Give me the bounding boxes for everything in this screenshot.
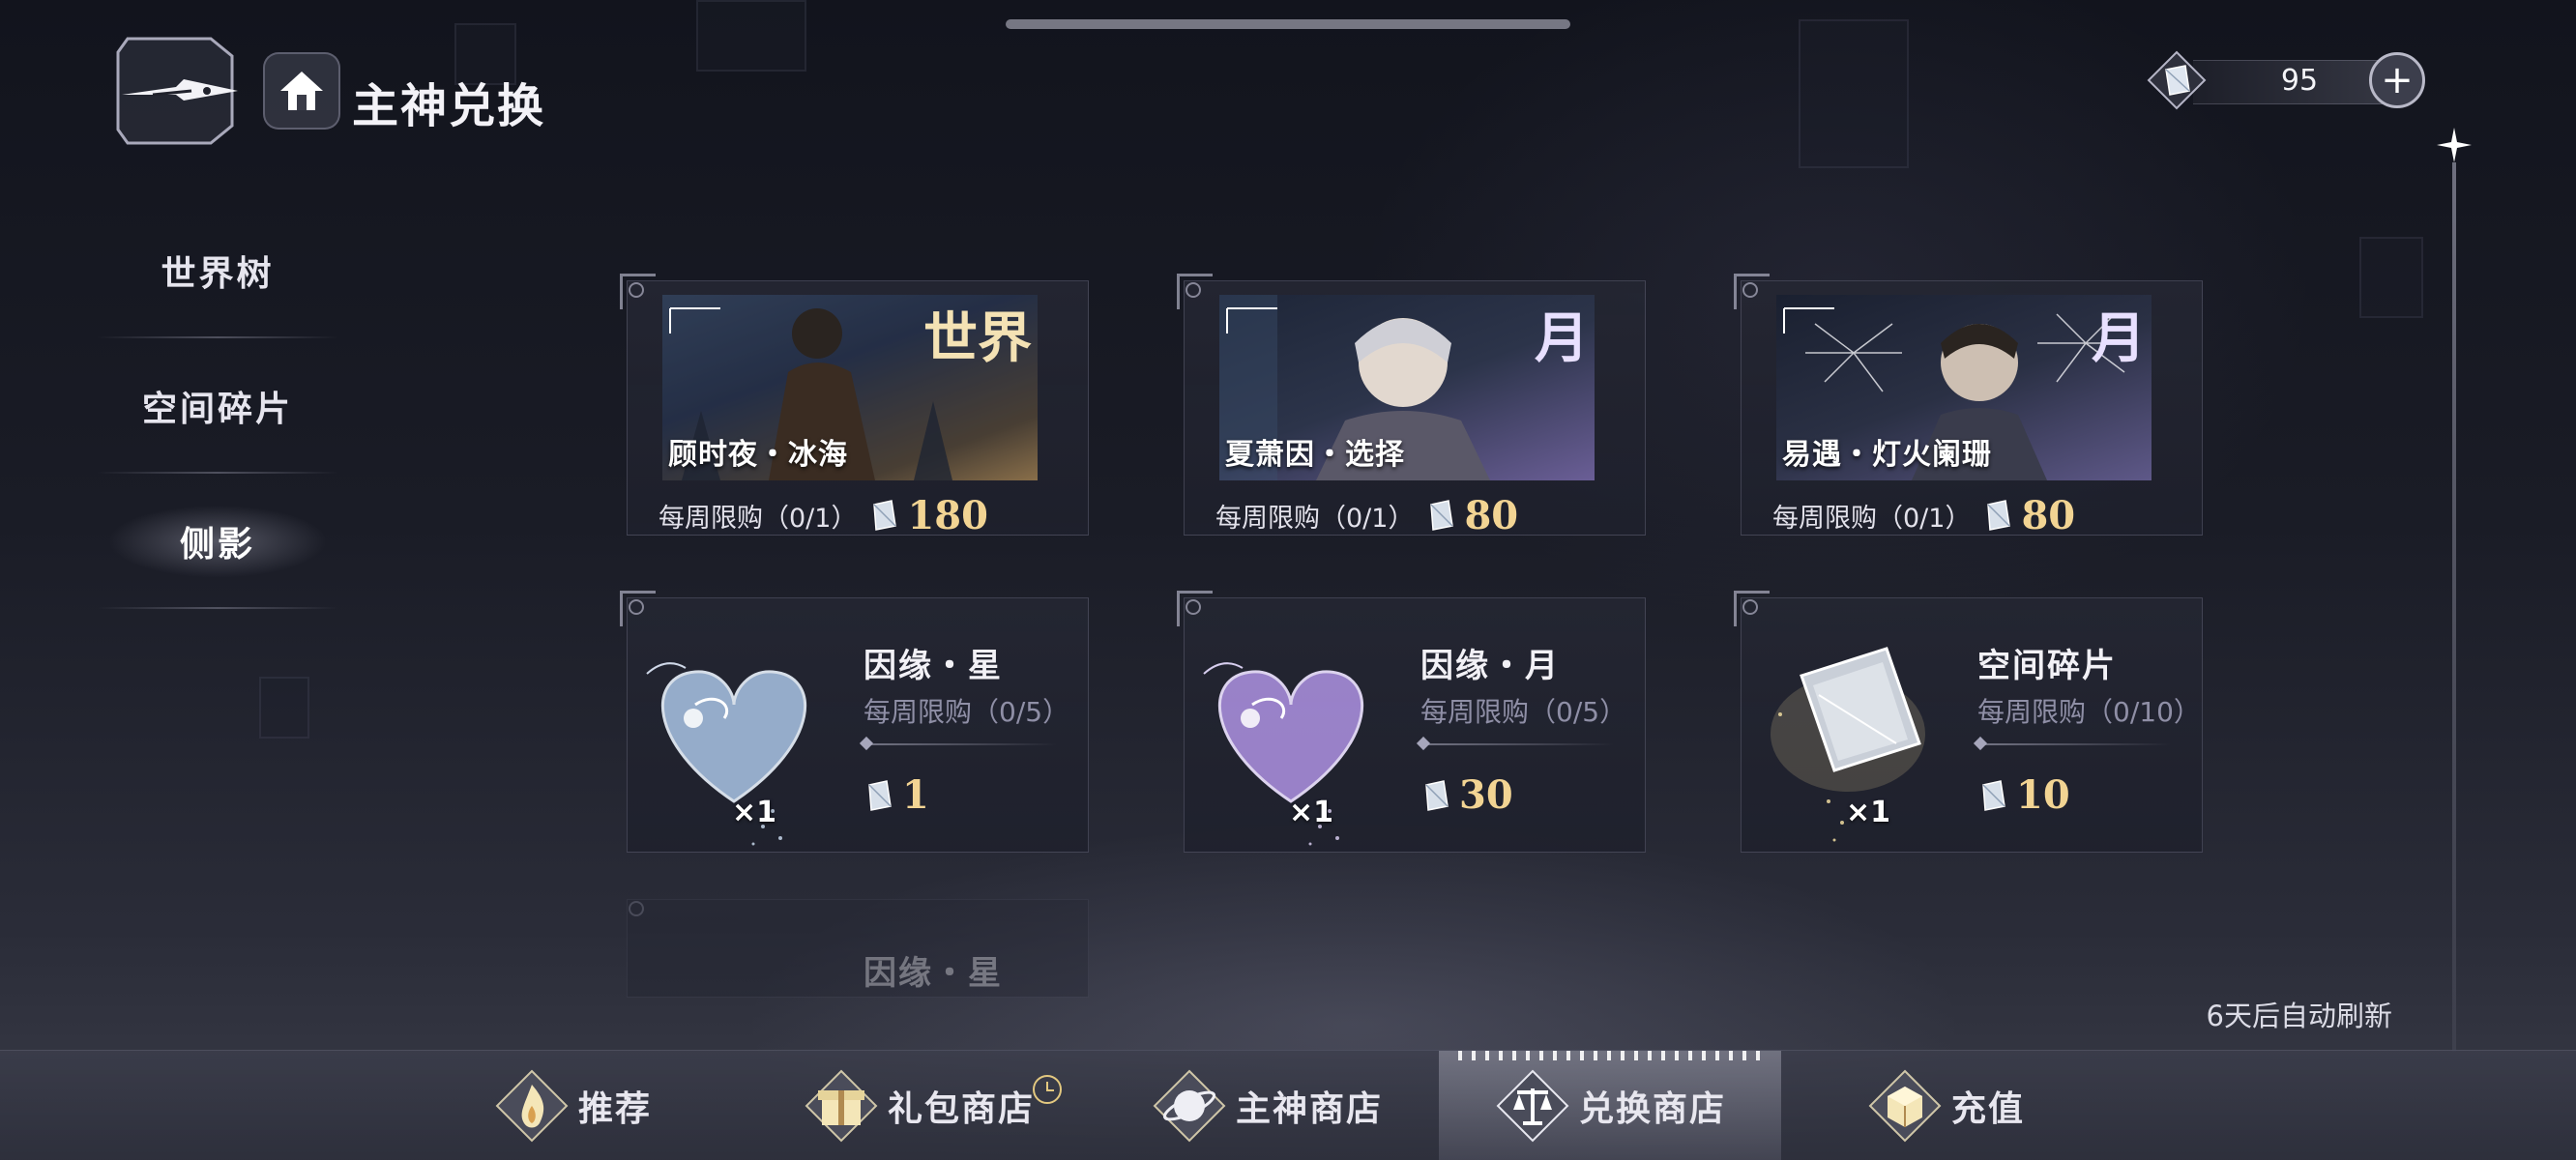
weekly-limit: 每周限购（0/1） xyxy=(1772,503,1972,534)
bottom-tab-bar: 推荐 礼包商店 主神商店 兑换商店 充值 xyxy=(0,1050,2576,1160)
item-quantity: ×1 xyxy=(1846,796,1891,829)
side-item-world-tree[interactable]: 世界树 xyxy=(77,203,358,338)
card-corner-ornament xyxy=(620,274,656,309)
crystal-gem-icon xyxy=(1987,500,2011,531)
price-value: 30 xyxy=(1459,772,1513,818)
shop-card-xia-xiaoyin[interactable]: 月 夏萧因・选择 每周限购（0/1） 80 xyxy=(1177,274,1646,538)
tab-exchange-shop[interactable]: 兑换商店 xyxy=(1439,1051,1781,1160)
shop-card-gu-shiye[interactable]: 世界 顾时夜・冰海 每周限购（0/1） 180 xyxy=(620,274,1089,538)
purchase-row: 每周限购（0/1） 80 xyxy=(1215,492,1518,538)
crystal-gem-icon xyxy=(873,500,897,531)
purchase-row: 1 xyxy=(864,772,929,818)
gift-icon xyxy=(805,1069,878,1143)
scales-icon xyxy=(1496,1069,1569,1143)
weekly-limit: 每周限购（0/1） xyxy=(659,503,858,534)
purchase-row: 每周限购（0/1） 180 xyxy=(659,492,988,538)
crystal-gem-icon xyxy=(1430,500,1454,531)
banner-tag: 世界 xyxy=(923,306,1032,370)
purchase-row: 10 xyxy=(1977,772,2070,818)
add-currency-button[interactable]: + xyxy=(2369,52,2425,108)
feather-emblem-icon xyxy=(116,37,238,145)
refresh-countdown: 6天后自动刷新 xyxy=(2206,1000,2392,1032)
tab-label: 主神商店 xyxy=(1236,1088,1384,1129)
side-item-label: 空间碎片 xyxy=(141,389,293,429)
tab-label: 充值 xyxy=(1951,1088,2026,1129)
divider xyxy=(864,743,1057,745)
cube-icon xyxy=(1868,1069,1942,1143)
currency-amount: 95 xyxy=(2280,64,2319,98)
shop-card-yinyuan-moon[interactable]: ×1 因缘・月 每周限购（0/5） 30 xyxy=(1177,591,1646,853)
weekly-limit: 每周限购（0/1） xyxy=(1215,503,1415,534)
tab-label: 推荐 xyxy=(578,1088,653,1129)
character-banner: 月 夏萧因・选择 xyxy=(1219,295,1595,480)
price-value: 1 xyxy=(902,772,929,818)
card-corner-ornament xyxy=(1734,274,1770,309)
price-value: 80 xyxy=(2021,492,2076,538)
card-corner-ornament xyxy=(1177,274,1213,309)
crystal-gem-icon xyxy=(868,779,892,811)
side-item-label: 侧影 xyxy=(179,524,255,565)
banner-tag: 月 xyxy=(2092,306,2146,370)
home-button[interactable] xyxy=(263,52,340,130)
clock-icon xyxy=(1033,1075,1062,1104)
shop-card-space-shard[interactable]: ×1 空间碎片 每周限购（0/10） 10 xyxy=(1734,591,2203,853)
tab-label: 礼包商店 xyxy=(888,1088,1036,1129)
crystal-gem-icon xyxy=(1982,779,2005,811)
sparkle-icon xyxy=(2437,128,2472,162)
side-category-nav: 世界树 空间碎片 侧影 xyxy=(77,203,358,609)
item-quantity: ×1 xyxy=(1289,796,1334,829)
shop-card-yinyuan-star[interactable]: ×1 因缘・星 每周限购（0/5） 1 xyxy=(620,591,1089,853)
tab-recommend[interactable]: 推荐 xyxy=(493,1051,735,1160)
home-icon xyxy=(280,72,323,110)
item-title: 因缘・月 xyxy=(1420,647,1560,685)
flame-icon xyxy=(495,1069,569,1143)
currency-display: 95 + xyxy=(2145,48,2425,112)
bg-decoration xyxy=(696,0,806,72)
character-name: 顾时夜・冰海 xyxy=(668,438,848,472)
item-title: 因缘・星 xyxy=(864,954,1003,993)
side-item-space-shard[interactable]: 空间碎片 xyxy=(77,338,358,474)
bg-decoration xyxy=(2359,237,2423,318)
character-name: 易遇・灯火阑珊 xyxy=(1782,438,1992,472)
card-corner-ornament xyxy=(628,900,656,928)
tab-gift-shop[interactable]: 礼包商店 xyxy=(803,1051,1083,1160)
exchange-shop-screen: 主神兑换 95 + 世界树 空间碎片 侧影 世界 顾时夜・冰海 每周限购（0/1… xyxy=(0,0,2576,1160)
price-value: 180 xyxy=(907,492,988,538)
price-value: 10 xyxy=(2016,772,2070,818)
item-title: 空间碎片 xyxy=(1977,647,2117,685)
weekly-limit: 每周限购（0/10） xyxy=(1977,696,2201,728)
system-handle-bar xyxy=(1006,19,1570,29)
price-value: 80 xyxy=(1464,492,1519,538)
tab-label: 兑换商店 xyxy=(1578,1088,1726,1129)
item-title: 因缘・星 xyxy=(864,647,1003,685)
scroll-rail[interactable] xyxy=(2452,162,2456,1052)
purchase-row: 30 xyxy=(1420,772,1513,818)
divider xyxy=(1420,743,1614,745)
character-name: 夏萧因・选择 xyxy=(1225,438,1405,472)
back-button[interactable] xyxy=(114,33,242,149)
tab-god-shop[interactable]: 主神商店 xyxy=(1151,1051,1431,1160)
planet-icon xyxy=(1153,1069,1226,1143)
active-tab-indicator xyxy=(1458,1051,1762,1060)
purchase-row: 每周限购（0/1） 80 xyxy=(1772,492,2075,538)
banner-tag: 月 xyxy=(1535,306,1589,370)
shop-card-partial[interactable]: 因缘・星 xyxy=(627,899,1089,998)
bg-decoration xyxy=(259,677,309,739)
page-title: 主神兑换 xyxy=(352,79,546,133)
item-quantity: ×1 xyxy=(732,796,777,829)
tab-recharge[interactable]: 充值 xyxy=(1866,1051,2079,1160)
shop-card-yi-yu[interactable]: 月 易遇・灯火阑珊 每周限购（0/1） 80 xyxy=(1734,274,2203,538)
divider xyxy=(1977,743,2171,745)
bg-decoration xyxy=(1799,19,1909,168)
character-banner: 月 易遇・灯火阑珊 xyxy=(1776,295,2152,480)
crystal-gem-icon xyxy=(2147,50,2207,110)
crystal-gem-icon xyxy=(1425,779,1449,811)
weekly-limit: 每周限购（0/5） xyxy=(864,696,1070,728)
character-banner: 世界 顾时夜・冰海 xyxy=(662,295,1038,480)
side-item-profile[interactable]: 侧影 xyxy=(77,474,358,609)
weekly-limit: 每周限购（0/5） xyxy=(1420,696,1627,728)
side-item-label: 世界树 xyxy=(161,253,275,294)
